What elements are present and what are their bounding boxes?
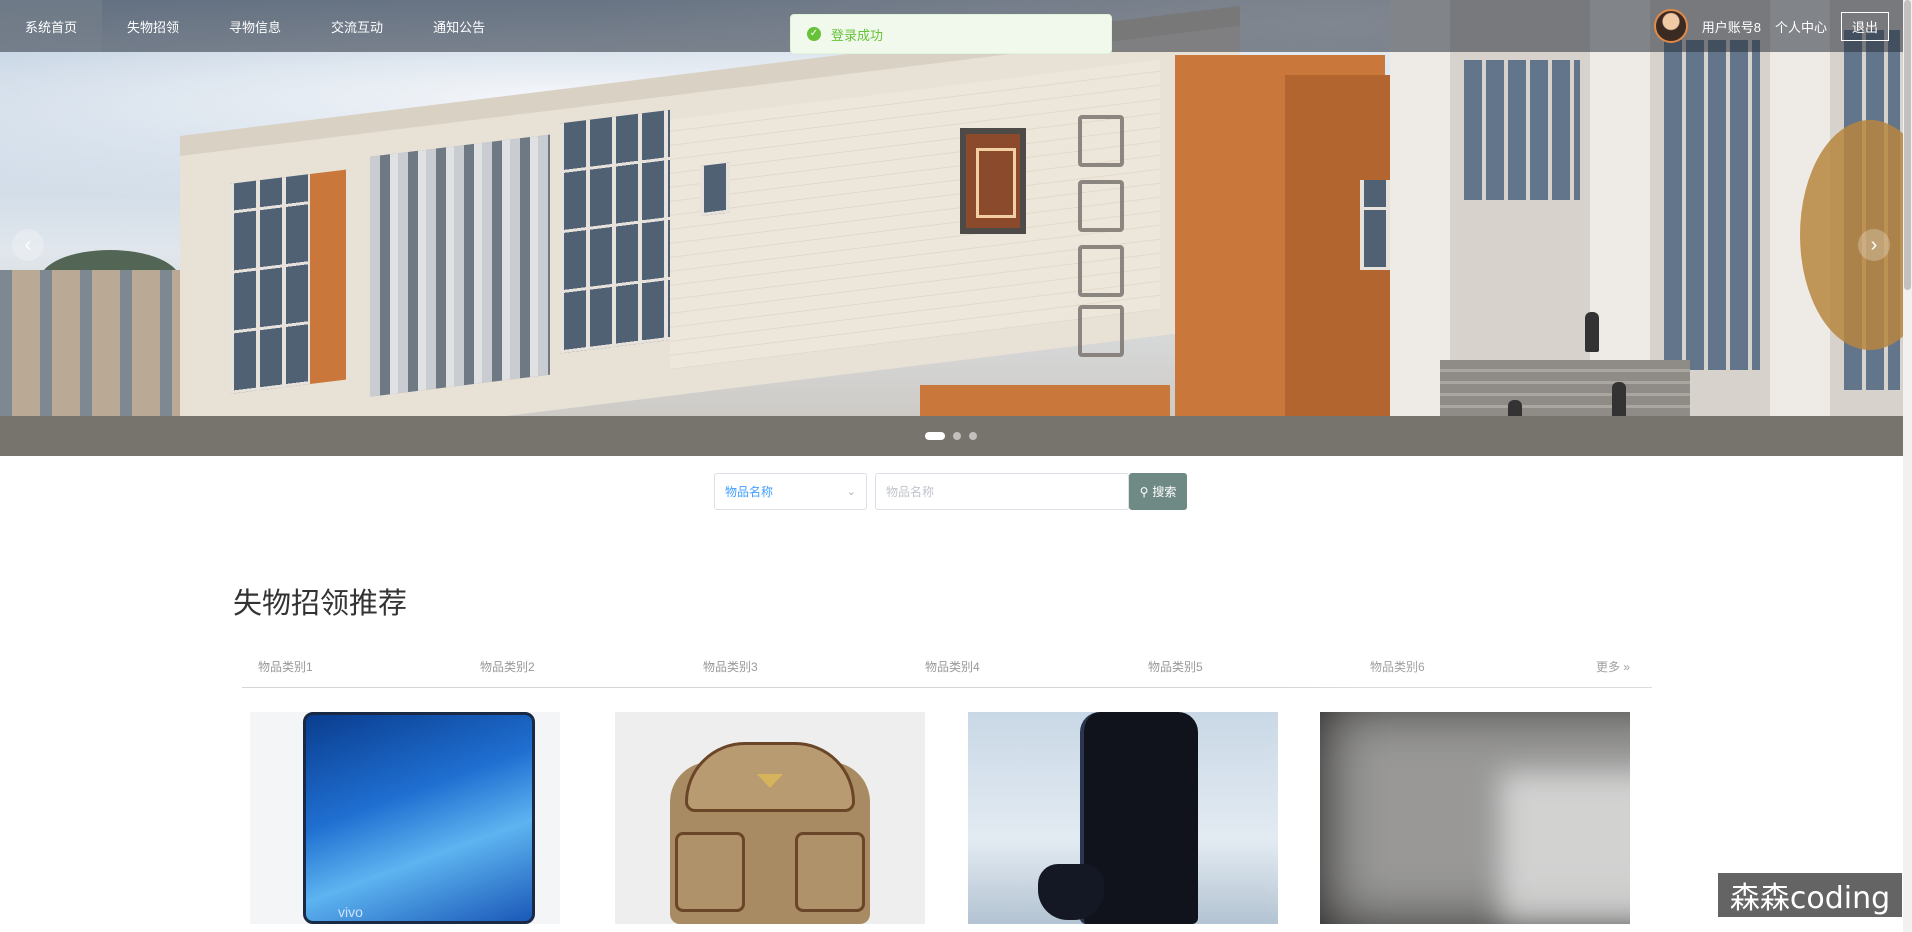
tab-category-4[interactable]: 物品类别4	[925, 658, 980, 675]
tab-category-3[interactable]: 物品类别3	[703, 658, 758, 675]
banner-prev-button[interactable]: ‹	[12, 229, 44, 261]
nav-item-label: 通知公告	[433, 19, 486, 35]
search-bar: 物品名称 ⌄ ⚲ 搜索	[714, 473, 1187, 510]
category-tabs: 物品类别1 物品类别2 物品类别3 物品类别4 物品类别5 物品类别6 更多 »	[242, 650, 1652, 688]
avatar[interactable]	[1653, 9, 1688, 43]
section-title: 失物招领推荐	[233, 588, 408, 620]
banner-indicator-1[interactable]	[925, 432, 945, 440]
banner-person	[1585, 312, 1599, 352]
nav-item-search-items[interactable]: 寻物信息	[204, 0, 306, 52]
watermark: 森森coding	[1718, 873, 1902, 917]
tab-category-2[interactable]: 物品类别2	[480, 658, 535, 675]
item-card-phone[interactable]: vivo	[250, 712, 560, 924]
nav-item-label: 寻物信息	[229, 19, 282, 35]
logout-button[interactable]: 退出	[1840, 11, 1889, 41]
nav-item-label: 失物招领	[127, 19, 180, 35]
search-button-label: 搜索	[1152, 485, 1177, 499]
backpack-pocket	[675, 832, 745, 912]
nav-item-label: 系统首页	[25, 19, 78, 35]
banner-sign-char	[1078, 180, 1124, 232]
banner-emblem	[960, 128, 1026, 234]
tab-category-6[interactable]: 物品类别6	[1370, 658, 1425, 675]
phone-image	[303, 712, 535, 924]
more-link[interactable]: 更多 »	[1596, 658, 1630, 675]
banner-indicator-2[interactable]	[953, 432, 961, 440]
chevron-down-icon: ⌄	[846, 486, 856, 498]
scrollbar-thumb[interactable]	[1904, 0, 1911, 290]
search-input[interactable]	[875, 473, 1129, 510]
tab-category-5[interactable]: 物品类别5	[1148, 658, 1203, 675]
profile-link[interactable]: 个人中心	[1775, 17, 1827, 36]
controller-image	[1038, 864, 1104, 920]
item-card-console[interactable]	[968, 712, 1278, 924]
success-toast: ✓ 登录成功	[790, 14, 1112, 54]
check-circle-icon: ✓	[807, 27, 821, 41]
banner-indicators	[925, 432, 977, 440]
search-button[interactable]: ⚲ 搜索	[1129, 473, 1187, 510]
user-account-label: 用户账号8	[1701, 19, 1761, 35]
chevron-left-icon: ‹	[24, 234, 32, 256]
toast-message: 登录成功	[831, 27, 884, 43]
hero-banner: ‹ ›	[0, 0, 1903, 456]
user-area: 用户账号8 个人中心 退出	[1653, 0, 1889, 52]
banner-sign-char	[1078, 115, 1124, 167]
page-scrollbar[interactable]	[1903, 0, 1912, 932]
banner-indicator-3[interactable]	[969, 432, 977, 440]
search-field-select[interactable]: 物品名称 ⌄	[714, 473, 867, 510]
item-card-backpack[interactable]	[615, 712, 925, 924]
search-icon: ⚲	[1139, 484, 1149, 499]
nav-item-label: 交流互动	[331, 19, 384, 35]
nav-item-forum[interactable]: 交流互动	[306, 0, 408, 52]
banner-next-button[interactable]: ›	[1858, 229, 1890, 261]
nav-item-home[interactable]: 系统首页	[0, 0, 103, 52]
search-field-selected: 物品名称	[725, 485, 774, 499]
chevron-right-icon: ›	[1870, 234, 1878, 256]
backpack-pocket	[795, 832, 865, 912]
nav-item-lost-found[interactable]: 失物招领	[102, 0, 204, 52]
banner-sign-char	[1078, 305, 1124, 357]
banner-sign-char	[1078, 245, 1124, 297]
tab-category-1[interactable]: 物品类别1	[258, 658, 313, 675]
nav-item-notices[interactable]: 通知公告	[408, 0, 510, 52]
phone-brand-text: vivo	[338, 904, 363, 920]
